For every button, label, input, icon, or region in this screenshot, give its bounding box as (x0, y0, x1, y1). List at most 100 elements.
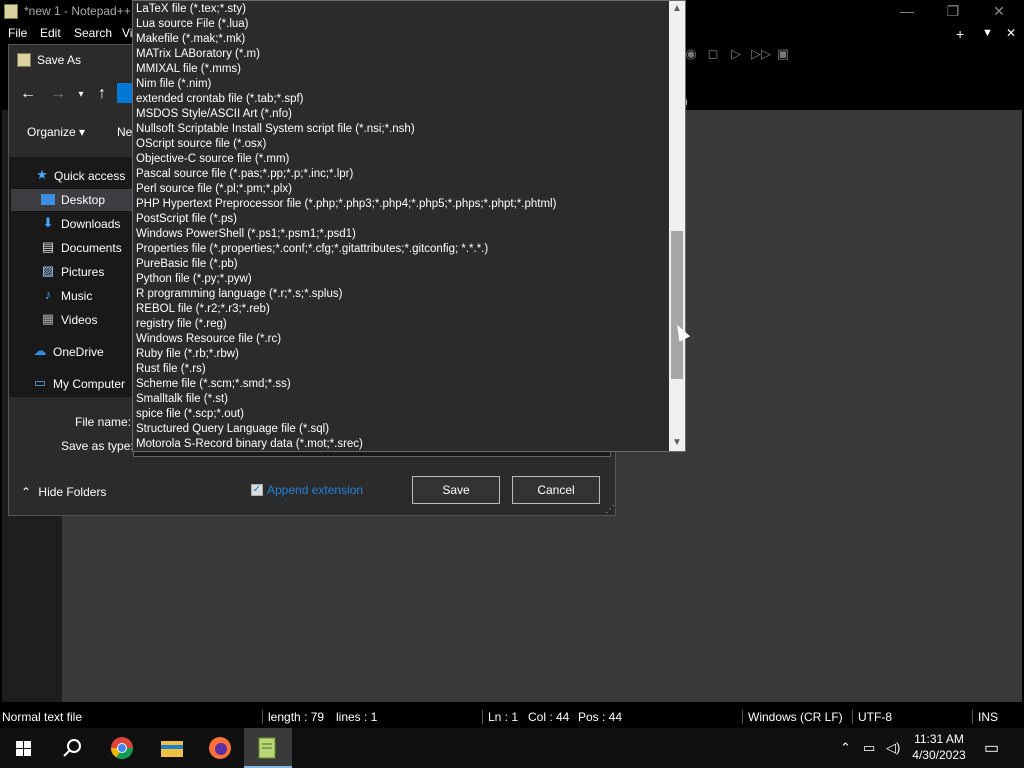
file-type-option[interactable]: R programming language (*.r;*.s;*.splus) (136, 287, 342, 302)
status-insert-mode: INS (978, 710, 999, 724)
status-pos: Pos : 44 (578, 710, 623, 724)
play-macro-icon[interactable]: ▷ (729, 47, 743, 61)
file-type-option[interactable]: Makefile (*.mak;*.mk) (136, 32, 245, 47)
menu-edit[interactable]: Edit (40, 26, 61, 40)
nav-onedrive[interactable]: ☁ OneDrive (11, 341, 136, 363)
file-type-option[interactable]: PostScript file (*.ps) (136, 212, 237, 227)
cloud-icon: ☁ (33, 343, 47, 358)
save-macro-icon[interactable]: ▣ (776, 47, 790, 61)
append-extension-checkbox[interactable]: ✓ (251, 484, 263, 496)
up-arrow-icon[interactable]: ↑ (93, 85, 111, 103)
close-window-button[interactable]: ✕ (976, 0, 1022, 24)
append-extension-label[interactable]: Append extension (267, 483, 363, 497)
run-macro-multiple-icon[interactable]: ▷▷ (751, 47, 771, 61)
record-macro-icon[interactable]: ◉ (684, 47, 698, 61)
window-title: *new 1 - Notepad++ (24, 4, 131, 18)
scroll-up-arrow-icon[interactable]: ▲ (669, 1, 685, 17)
nav-desktop[interactable]: Desktop (11, 189, 136, 211)
file-type-option[interactable]: Structured Query Language file (*.sql) (136, 422, 329, 437)
nav-label: Documents (61, 241, 122, 255)
start-button[interactable] (0, 728, 48, 768)
nav-documents[interactable]: ▤ Documents (11, 237, 136, 259)
scroll-down-arrow-icon[interactable]: ▼ (669, 435, 685, 451)
taskbar-chrome[interactable] (98, 728, 146, 768)
nav-pictures[interactable]: ▨ Pictures (11, 261, 136, 283)
file-type-option[interactable]: Rust file (*.rs) (136, 362, 206, 377)
file-type-option[interactable]: Objective-C source file (*.mm) (136, 152, 289, 167)
save-as-type-label: Save as type: (61, 439, 134, 453)
network-icon[interactable]: ▭ (863, 740, 875, 756)
scrollbar-thumb[interactable] (671, 231, 683, 379)
taskbar-search-button[interactable] (48, 728, 96, 768)
dropdown-scrollbar[interactable]: ▲ ▼ (669, 1, 685, 451)
nav-music[interactable]: ♪ Music (11, 285, 136, 307)
taskbar-file-explorer[interactable] (148, 728, 196, 768)
taskbar-firefox[interactable] (196, 728, 244, 768)
statusbar: Normal text file length : 79 lines : 1 L… (0, 706, 1024, 728)
taskbar-notepadpp[interactable] (244, 728, 292, 768)
resize-grip-icon[interactable]: ⋰ (605, 504, 615, 515)
back-arrow-icon[interactable]: ← (19, 85, 37, 103)
forward-arrow-icon[interactable]: → (49, 85, 67, 103)
nav-videos[interactable]: ▦ Videos (11, 309, 136, 331)
maximize-button[interactable]: ❐ (930, 0, 976, 24)
recent-locations-chevron-icon[interactable]: ▾ (72, 89, 90, 100)
file-type-option[interactable]: OScript source file (*.osx) (136, 137, 266, 152)
nav-my-computer[interactable]: ▭ My Computer (11, 373, 136, 395)
star-icon: ★ (36, 167, 48, 182)
show-hidden-icons-chevron-icon[interactable]: ⌃ (840, 740, 851, 756)
file-type-option[interactable]: Perl source file (*.pl;*.pm;*.plx) (136, 182, 292, 197)
volume-icon[interactable]: ◁) (886, 740, 900, 756)
taskbar-clock[interactable]: 11:31 AM 4/30/2023 (906, 731, 972, 763)
minimize-button[interactable]: — (884, 0, 930, 24)
file-type-option[interactable]: Nullsoft Scriptable Install System scrip… (136, 122, 415, 137)
status-col: Col : 44 (528, 710, 570, 724)
file-type-dropdown-list[interactable]: LaTeX file (*.tex;*.sty) Lua source File … (132, 0, 686, 452)
menu-view[interactable]: Vi (122, 26, 132, 40)
chrome-icon (111, 737, 133, 759)
organize-button[interactable]: Organize ▾ (27, 125, 85, 139)
file-type-option[interactable]: PHP Hypertext Preprocessor file (*.php;*… (136, 197, 556, 212)
nav-downloads[interactable]: ⬇ Downloads (11, 213, 136, 235)
file-type-option[interactable]: Python file (*.py;*.pyw) (136, 272, 252, 287)
file-type-option[interactable]: registry file (*.reg) (136, 317, 227, 332)
clock-date: 4/30/2023 (912, 748, 966, 762)
file-type-option[interactable]: Properties file (*.properties;*.conf;*.c… (136, 242, 488, 257)
file-type-option[interactable]: REBOL file (*.r2;*.r3;*.reb) (136, 302, 270, 317)
file-type-option[interactable]: spice file (*.scp;*.out) (136, 407, 244, 422)
cancel-button[interactable]: Cancel (512, 476, 600, 504)
file-type-option[interactable]: MMIXAL file (*.mms) (136, 62, 241, 77)
status-length: length : 79 (268, 710, 325, 724)
file-type-option[interactable]: Ruby file (*.rb;*.rbw) (136, 347, 239, 362)
status-separator (852, 710, 853, 724)
file-type-option[interactable]: Scheme file (*.scm;*.smd;*.ss) (136, 377, 291, 392)
file-type-option[interactable]: PureBasic file (*.pb) (136, 257, 238, 272)
file-type-option[interactable]: Motorola S-Record binary data (*.mot;*.s… (136, 437, 363, 451)
close-tab-icon[interactable]: ✕ (1006, 26, 1016, 40)
status-eol[interactable]: Windows (CR LF) (748, 710, 843, 724)
file-type-option[interactable]: MSDOS Style/ASCII Art (*.nfo) (136, 107, 292, 122)
stop-macro-icon[interactable]: ◻ (706, 47, 720, 61)
status-separator (262, 710, 263, 724)
menu-search[interactable]: Search (74, 26, 112, 40)
notifications-icon[interactable]: ▭ (984, 738, 999, 758)
file-type-option[interactable]: Nim file (*.nim) (136, 77, 211, 92)
hide-folders-button[interactable]: ⌃ Hide Folders (21, 485, 106, 499)
file-type-option[interactable]: LaTeX file (*.tex;*.sty) (136, 2, 246, 17)
file-type-option[interactable]: Windows PowerShell (*.ps1;*.psm1;*.psd1) (136, 227, 356, 242)
new-tab-icon[interactable]: + (956, 26, 964, 42)
save-button[interactable]: Save (412, 476, 500, 504)
new-folder-button[interactable]: Ne (117, 125, 132, 139)
file-type-option[interactable]: Pascal source file (*.pas;*.pp;*.p;*.inc… (136, 167, 353, 182)
menu-file[interactable]: File (8, 26, 27, 40)
file-type-option[interactable]: extended crontab file (*.tab;*.spf) (136, 92, 304, 107)
file-type-option[interactable]: Smalltalk file (*.st) (136, 392, 228, 407)
status-encoding[interactable]: UTF-8 (858, 710, 892, 724)
file-type-option[interactable]: Windows Resource file (*.rc) (136, 332, 281, 347)
chevron-up-icon: ⌃ (21, 485, 32, 499)
file-type-option[interactable]: Lua source File (*.lua) (136, 17, 249, 32)
file-type-option[interactable]: MATrix LABoratory (*.m) (136, 47, 260, 62)
windows-logo-icon (16, 741, 31, 756)
download-arrow-icon: ⬇ (42, 215, 54, 230)
tab-list-dropdown-icon[interactable]: ▼ (982, 27, 993, 39)
